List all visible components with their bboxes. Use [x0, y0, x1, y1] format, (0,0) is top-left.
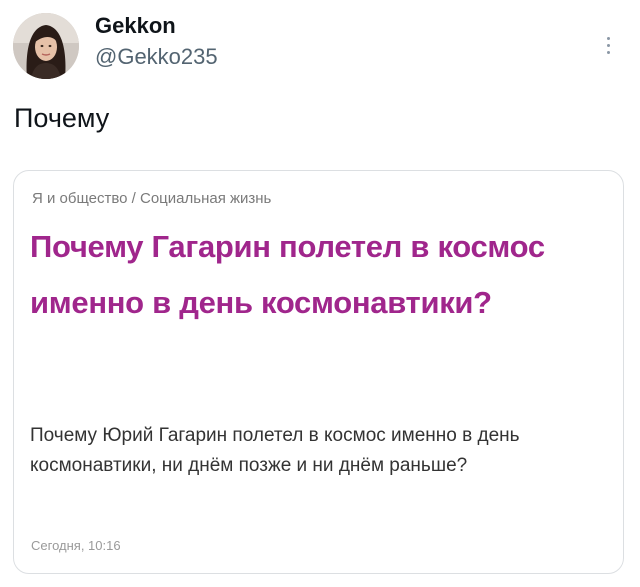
card-timestamp: Сегодня, 10:16	[31, 538, 121, 553]
author-display-name[interactable]: Gekkon	[95, 12, 218, 40]
more-dot	[606, 50, 610, 54]
embedded-article-card[interactable]: Я и общество / Социальная жизнь Почему Г…	[13, 170, 624, 574]
tweet: Gekkon @Gekko235 Почему Я и общество / С…	[0, 0, 640, 587]
card-title: Почему Гагарин полетел в космос именно в…	[30, 229, 545, 320]
tweet-author: Gekkon @Gekko235	[95, 12, 218, 72]
tweet-text: Почему	[14, 103, 110, 133]
author-handle[interactable]: @Gekko235	[95, 42, 218, 72]
more-dot	[606, 43, 610, 47]
more-vertical-icon[interactable]	[598, 30, 618, 60]
card-breadcrumb: Я и общество / Социальная жизнь	[32, 190, 272, 207]
avatar[interactable]	[13, 13, 79, 79]
card-body: Почему Юрий Гагарин полетел в космос име…	[30, 425, 520, 476]
more-dot	[606, 36, 610, 40]
avatar-photo	[13, 13, 79, 79]
